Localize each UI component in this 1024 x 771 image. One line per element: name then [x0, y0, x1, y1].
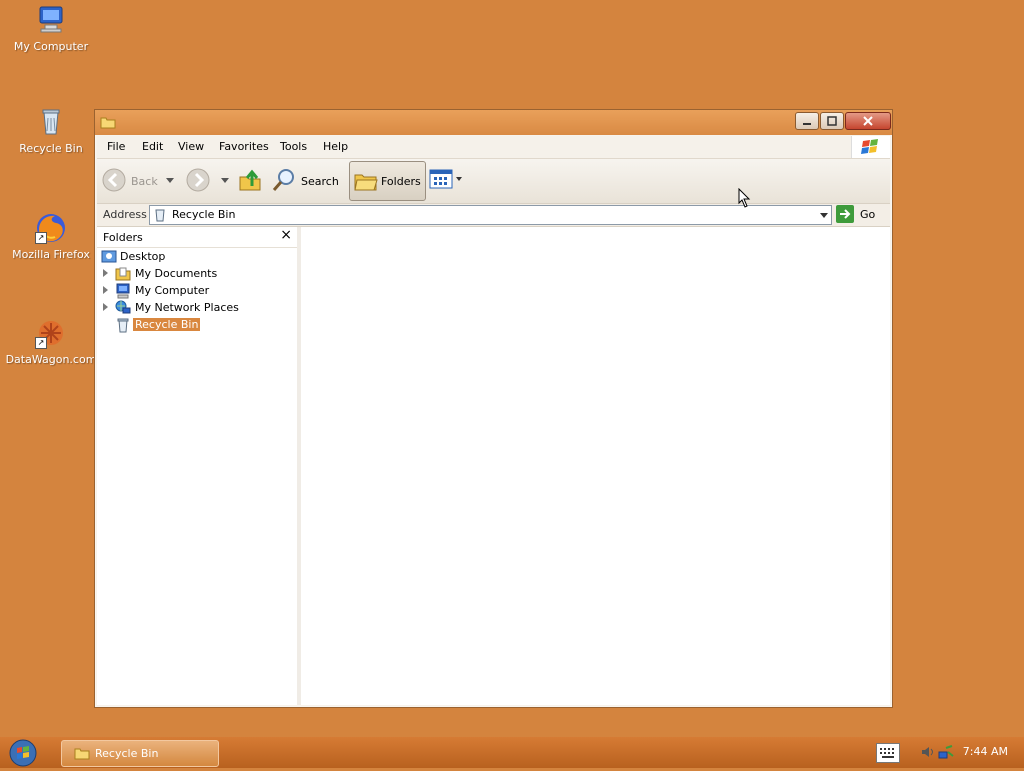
menu-edit[interactable]: Edit: [142, 140, 163, 153]
network-status-icon[interactable]: [938, 744, 954, 760]
recycle-bin-icon: [115, 317, 131, 333]
recycle-bin-icon: [35, 106, 67, 138]
tree-item-label: My Computer: [135, 284, 210, 297]
taskbar: Recycle Bin 7:44 AM: [0, 737, 1024, 768]
address-label: Address: [103, 208, 147, 221]
search-icon: [272, 169, 294, 191]
back-button[interactable]: Back: [101, 167, 181, 195]
recycle-bin-icon: [155, 209, 165, 222]
search-label: Search: [301, 175, 339, 188]
computer-icon: [115, 283, 131, 299]
views-button[interactable]: [429, 167, 465, 195]
windows-logo-icon: [851, 136, 890, 158]
chevron-down-icon[interactable]: [819, 209, 829, 221]
folders-pane-header: Folders ×: [97, 227, 297, 248]
windows-orb-icon: [9, 739, 37, 767]
go-button[interactable]: Go: [836, 205, 886, 225]
mouse-cursor-icon: [738, 188, 751, 208]
desktop-icon-mozilla-firefox[interactable]: ↗ Mozilla Firefox: [3, 212, 99, 261]
back-arrow-icon: [102, 168, 126, 192]
tree-item-recycle-bin[interactable]: Recycle Bin: [103, 317, 293, 333]
close-icon: [863, 116, 873, 126]
taskbar-item-recycle-bin[interactable]: Recycle Bin: [61, 740, 219, 767]
menu-view[interactable]: View: [178, 140, 204, 153]
documents-folder-icon: [115, 266, 131, 282]
expand-arrow-icon[interactable]: [103, 286, 108, 294]
menu-tools[interactable]: Tools: [280, 140, 307, 153]
network-icon: [115, 300, 131, 316]
tree-item-my-network-places[interactable]: My Network Places: [103, 300, 293, 316]
go-arrow-icon: [836, 205, 854, 223]
toolbar: Back Search Folders: [97, 159, 890, 204]
system-tray: 7:44 AM: [874, 737, 1024, 768]
go-label: Go: [860, 208, 876, 221]
folders-icon: [354, 174, 378, 191]
desktop-icon-label: DataWagon.com: [5, 353, 97, 366]
chevron-down-icon: [221, 178, 229, 183]
shortcut-arrow-icon: ↗: [35, 232, 47, 244]
tree-item-label: My Network Places: [135, 301, 239, 314]
folders-button[interactable]: Folders: [349, 161, 426, 201]
maximize-icon: [827, 116, 837, 126]
menu-help[interactable]: Help: [323, 140, 348, 153]
folders-pane-title: Folders: [103, 231, 143, 244]
folder-icon: [100, 115, 116, 132]
folders-label: Folders: [381, 175, 421, 188]
tree-item-my-computer[interactable]: My Computer: [103, 283, 293, 299]
expand-arrow-icon[interactable]: [103, 269, 108, 277]
datawagon-icon: ↗: [35, 317, 67, 349]
forward-button[interactable]: [185, 167, 231, 195]
taskbar-item-label: Recycle Bin: [95, 747, 159, 760]
shortcut-arrow-icon: ↗: [35, 337, 47, 349]
address-value: Recycle Bin: [172, 208, 236, 221]
title-bar[interactable]: [95, 110, 892, 135]
up-folder-button[interactable]: [237, 167, 263, 195]
explorer-window: File Edit View Favorites Tools Help Back: [94, 109, 893, 708]
keyboard-icon[interactable]: [876, 743, 900, 763]
menu-file[interactable]: File: [107, 140, 125, 153]
tree-item-desktop[interactable]: Desktop: [101, 249, 291, 265]
desktop-icon: [101, 249, 117, 265]
forward-arrow-icon: [186, 168, 210, 192]
desktop-icon-my-computer[interactable]: My Computer: [3, 4, 99, 53]
tree-item-label: Desktop: [120, 250, 166, 263]
address-bar: Address Recycle Bin Go: [97, 204, 890, 227]
firefox-icon: ↗: [35, 212, 67, 244]
start-button[interactable]: [7, 738, 39, 768]
minimize-button[interactable]: [795, 112, 819, 130]
desktop-icon-recycle-bin[interactable]: Recycle Bin: [3, 106, 99, 155]
computer-icon: [35, 4, 67, 36]
clock[interactable]: 7:44 AM: [963, 745, 1008, 758]
back-label: Back: [131, 175, 158, 188]
tree-item-my-documents[interactable]: My Documents: [103, 266, 293, 282]
volume-icon[interactable]: [920, 744, 936, 760]
desktop-icon-label: Mozilla Firefox: [12, 248, 90, 261]
content-area: Folders × Desktop My Documents My Comput…: [97, 227, 890, 705]
search-button[interactable]: Search: [271, 167, 339, 195]
up-folder-icon: [239, 169, 261, 191]
expand-arrow-icon[interactable]: [103, 303, 108, 311]
menu-favorites[interactable]: Favorites: [219, 140, 269, 153]
desktop-icon-datawagon[interactable]: ↗ DataWagon.com: [3, 317, 99, 366]
tree-item-label: Recycle Bin: [133, 318, 201, 331]
minimize-icon: [803, 123, 811, 125]
chevron-down-icon: [166, 178, 174, 183]
close-button[interactable]: [845, 112, 891, 130]
tree-item-label: My Documents: [135, 267, 218, 280]
menu-bar: File Edit View Favorites Tools Help: [97, 136, 890, 159]
desktop-icon-label: My Computer: [13, 40, 89, 53]
desktop-icon-label: Recycle Bin: [19, 142, 83, 155]
views-icon: [429, 169, 453, 189]
address-input[interactable]: Recycle Bin: [149, 205, 832, 225]
folders-pane: Folders × Desktop My Documents My Comput…: [97, 227, 301, 705]
maximize-button[interactable]: [820, 112, 844, 130]
folder-icon: [74, 748, 90, 760]
close-icon[interactable]: ×: [280, 227, 292, 243]
file-list-area[interactable]: [301, 227, 890, 705]
chevron-down-icon: [456, 177, 462, 181]
